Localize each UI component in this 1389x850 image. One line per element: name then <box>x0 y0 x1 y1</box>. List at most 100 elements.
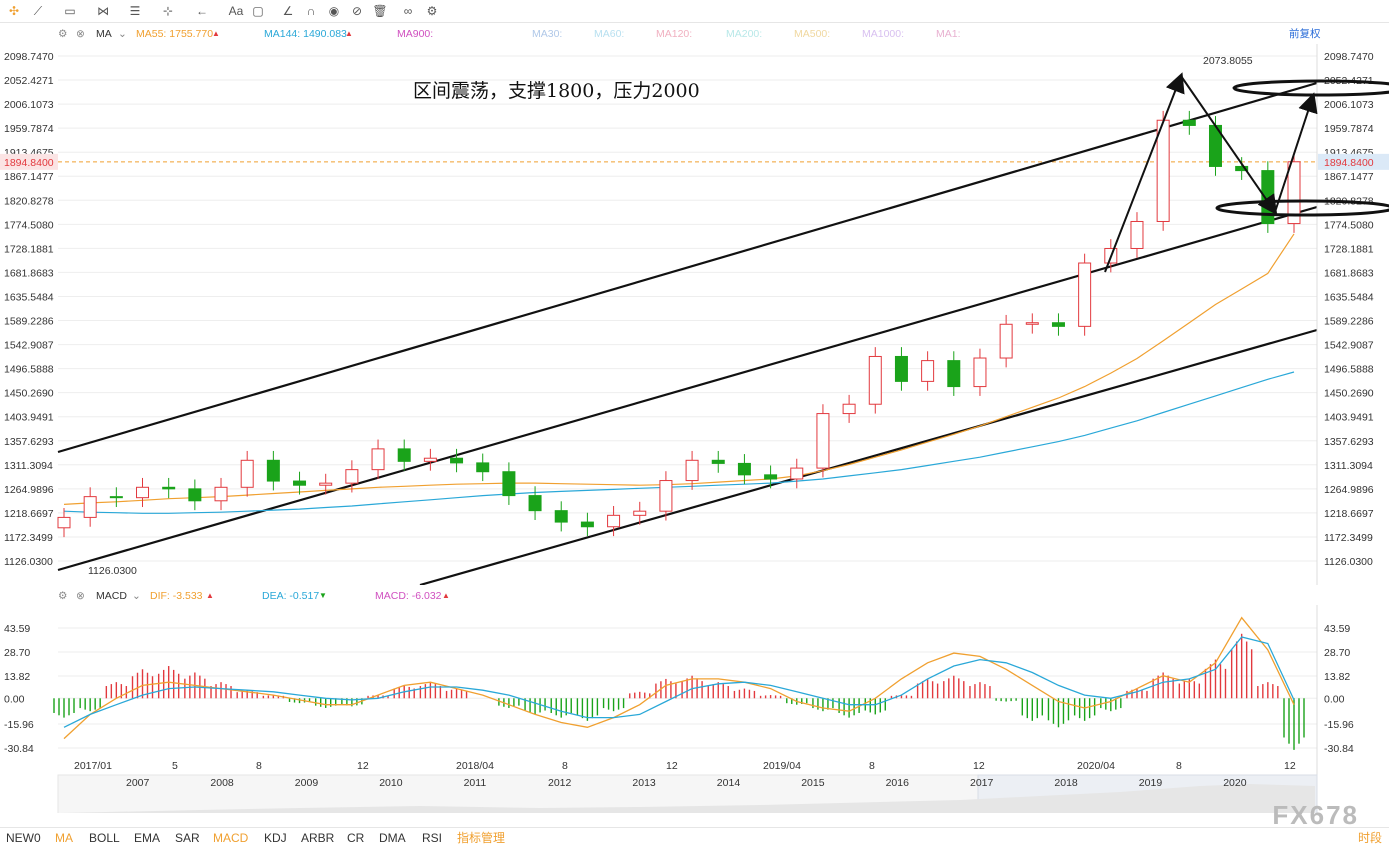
dea-value: DEA: -0.517 <box>262 590 320 602</box>
y-tick-label: 1542.9087 <box>1324 340 1374 352</box>
indicator-kdj[interactable]: KDJ <box>264 828 287 848</box>
overview-year-label: 2019 <box>1139 777 1163 789</box>
gear-icon[interactable]: ⚙ <box>58 586 67 606</box>
y-tick-label: 1589.2286 <box>1324 316 1374 328</box>
candle-body <box>685 459 699 482</box>
candle-body <box>83 496 97 518</box>
overview-year-label: 2015 <box>801 777 825 789</box>
overview-year-label: 2018 <box>1054 777 1078 789</box>
candle-body <box>737 462 751 476</box>
macd-legend: ⚙ ⊗ MACD ⌄ DIF: -3.533 ▲ DEA: -0.517 ▼ M… <box>0 586 1389 606</box>
candle-body <box>868 355 882 405</box>
macd-tick-label-left: 28.70 <box>4 647 30 659</box>
candle-body <box>188 488 202 502</box>
high-label: 2073.8055 <box>1203 55 1253 67</box>
y-tick-label: 1357.6293 <box>1324 436 1374 448</box>
macd-tick-label: 43.59 <box>1324 623 1350 635</box>
dif-line <box>63 616 1295 740</box>
candle-body <box>371 448 385 471</box>
time-tick-label: 2020/04 <box>1077 760 1115 772</box>
time-tick-label: 12 <box>973 760 985 772</box>
close-icon[interactable]: ⊗ <box>76 586 85 606</box>
time-tick-label: 2018/04 <box>456 760 494 772</box>
indicator-rsi[interactable]: RSI <box>422 828 442 848</box>
candle-body <box>136 486 150 499</box>
candle-body <box>921 360 935 382</box>
candle-body <box>1130 220 1144 249</box>
overview-year-label: 2008 <box>210 777 234 789</box>
overview-year-label: 2011 <box>464 777 487 789</box>
overview-year-label: 2014 <box>717 777 741 789</box>
candle-body <box>293 480 307 486</box>
y-tick-label: 1403.9491 <box>1324 412 1374 424</box>
candle-body <box>790 467 804 480</box>
y-tick-label-left: 1311.3094 <box>4 460 53 472</box>
y-tick-label-left: 2006.1073 <box>4 99 54 111</box>
dif-value: DIF: -3.533 <box>150 590 203 602</box>
candle-body <box>528 495 542 512</box>
indicator-cr[interactable]: CR <box>347 828 364 848</box>
y-tick-label: 1264.9896 <box>1324 484 1374 496</box>
candle-body <box>764 474 778 480</box>
time-tick-label: 5 <box>172 760 178 772</box>
time-tick-label: 8 <box>562 760 568 772</box>
macd-up-icon: ▲ <box>442 591 450 600</box>
candle-body <box>502 471 516 497</box>
dif-up-icon: ▲ <box>206 591 214 600</box>
indicator-arbr[interactable]: ARBR <box>301 828 334 848</box>
y-tick-label-left: 1867.1477 <box>4 171 54 183</box>
indicator-ma[interactable]: MA <box>55 828 73 848</box>
indicator-sar[interactable]: SAR <box>175 828 200 848</box>
time-tick-label: 2017/01 <box>74 760 112 772</box>
time-tick-label: 12 <box>1284 760 1296 772</box>
indicator-boll[interactable]: BOLL <box>89 828 120 848</box>
overview-year-label: 2010 <box>379 777 403 789</box>
y-tick-label-left: 1681.8683 <box>4 267 54 279</box>
y-tick-label-left: 1820.8278 <box>4 195 54 207</box>
time-tick-label: 8 <box>256 760 262 772</box>
overview-year-label: 2009 <box>295 777 319 789</box>
current-price-label-left: 1894.8400 <box>4 157 54 169</box>
candle-body <box>319 482 333 486</box>
y-tick-label-left: 1264.9896 <box>4 484 54 496</box>
y-tick-label: 1450.2690 <box>1324 388 1374 400</box>
chevron-down-icon[interactable]: ⌄ <box>132 586 141 606</box>
indicator-new0[interactable]: NEW0 <box>6 828 41 848</box>
candle-body <box>476 462 490 473</box>
y-tick-label-left: 1774.5080 <box>4 219 54 231</box>
candle-body <box>711 459 725 464</box>
candle-body <box>1078 262 1092 327</box>
y-tick-label-left: 1126.0300 <box>4 556 53 568</box>
candle-body <box>607 514 621 528</box>
period-button[interactable]: 时段 <box>1358 828 1382 848</box>
candle-body <box>345 469 359 484</box>
macd-tick-label: 28.70 <box>1324 647 1350 659</box>
dea-down-icon: ▼ <box>319 591 327 600</box>
macd-tick-label-left: -30.84 <box>4 743 34 755</box>
y-tick-label-left: 2098.7470 <box>4 51 54 63</box>
y-tick-label-left: 1357.6293 <box>4 436 54 448</box>
low-label: 1126.0300 <box>88 565 137 577</box>
candle-body <box>659 480 673 512</box>
time-tick-label: 8 <box>869 760 875 772</box>
macd-indicator-label[interactable]: MACD <box>96 586 127 606</box>
y-tick-label: 1635.5484 <box>1324 291 1374 303</box>
indicator-dma[interactable]: DMA <box>379 828 406 848</box>
candle-body <box>816 413 830 469</box>
annotation-text: 区间震荡，支撑1800，压力2000 <box>413 80 700 102</box>
time-tick-label: 12 <box>357 760 369 772</box>
macd-tick-label-left: 43.59 <box>4 623 30 635</box>
candle-body <box>162 486 176 490</box>
indicator-macd[interactable]: MACD <box>213 828 248 848</box>
time-axis[interactable]: 2017/01 5 8 12 2018/04 8 12 2019/04 8 12 2020/04 8 1… <box>0 758 1389 813</box>
indicator-manage[interactable]: 指标管理 <box>457 828 505 848</box>
indicator-ema[interactable]: EMA <box>134 828 160 848</box>
candle-body <box>266 459 280 482</box>
macd-tick-label: 0.00 <box>1324 693 1345 705</box>
candle-body <box>1051 322 1065 327</box>
y-tick-label: 1681.8683 <box>1324 267 1374 279</box>
candle-body <box>580 521 594 528</box>
current-price-label: 1894.8400 <box>1324 157 1374 169</box>
overview-year-label: 2007 <box>126 777 150 789</box>
macd-value: MACD: -6.032 <box>375 590 442 602</box>
